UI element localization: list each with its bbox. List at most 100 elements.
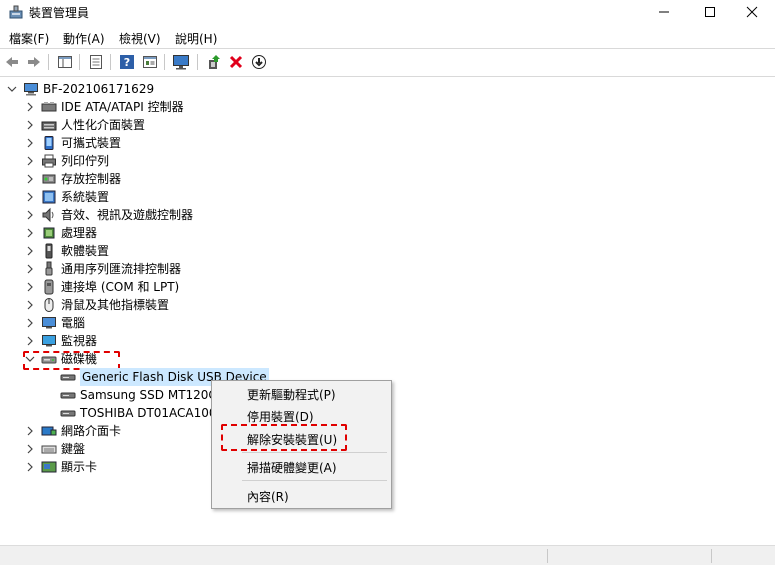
chevron-right-icon[interactable] — [24, 191, 36, 203]
tree-category[interactable]: 人性化介面裝置 — [24, 116, 145, 134]
category-label: 列印佇列 — [61, 154, 110, 168]
enable-device-button[interactable] — [249, 52, 269, 72]
chevron-right-icon[interactable] — [24, 101, 36, 113]
disk-drive-icon — [60, 369, 76, 385]
toolbar-separator — [0, 76, 775, 77]
category-label: 音效、視訊及遊戲控制器 — [61, 208, 194, 222]
chevron-right-icon[interactable] — [24, 245, 36, 257]
back-arrow-icon — [6, 57, 18, 67]
view-icon — [143, 56, 157, 68]
menu-separator — [0, 48, 775, 49]
storage-controller-icon — [41, 171, 57, 187]
category-label: IDE ATA/ATAPI 控制器 — [61, 100, 184, 114]
tree-category[interactable]: 存放控制器 — [24, 170, 121, 188]
printer-icon — [41, 153, 57, 169]
chevron-right-icon[interactable] — [24, 209, 36, 221]
monitor-icon — [173, 55, 189, 70]
category-label: 通用序列匯流排控制器 — [61, 262, 182, 276]
tree-category[interactable]: 軟體裝置 — [24, 242, 109, 260]
chevron-down-icon[interactable] — [6, 83, 18, 95]
category-label: 存放控制器 — [61, 172, 122, 186]
chevron-right-icon[interactable] — [24, 173, 36, 185]
tree-category[interactable]: 音效、視訊及遊戲控制器 — [24, 206, 193, 224]
disk-drive-item[interactable]: TOSHIBA DT01ACA100 — [60, 404, 217, 422]
view-button[interactable] — [140, 52, 160, 72]
chevron-right-icon[interactable] — [24, 155, 36, 167]
show-hide-tree-button[interactable] — [55, 52, 75, 72]
category-label: 可攜式裝置 — [61, 136, 122, 150]
menu-separator — [242, 452, 387, 453]
device-label: Samsung SSD MT120G — [80, 388, 218, 402]
menu-help[interactable]: 說明(H) — [175, 30, 217, 47]
chevron-right-icon[interactable] — [24, 461, 36, 473]
tree-category[interactable]: 網路介面卡 — [24, 422, 121, 440]
tree-category[interactable]: 可攜式裝置 — [24, 134, 121, 152]
tree-category[interactable]: 電腦 — [24, 314, 85, 332]
svg-text:?: ? — [124, 56, 130, 69]
back-button[interactable] — [2, 52, 22, 72]
tree-category[interactable]: 滑鼠及其他指標裝置 — [24, 296, 169, 314]
tree-category[interactable]: IDE ATA/ATAPI 控制器 — [24, 98, 184, 116]
update-driver-icon — [209, 55, 220, 69]
chevron-right-icon[interactable] — [24, 335, 36, 347]
menu-properties[interactable]: 內容(R) — [247, 488, 289, 505]
chevron-right-icon[interactable] — [24, 443, 36, 455]
tree-category[interactable]: 監視器 — [24, 332, 97, 350]
computer-icon — [41, 315, 57, 331]
category-label: 處理器 — [61, 226, 98, 240]
chevron-right-icon[interactable] — [24, 317, 36, 329]
tree-root[interactable]: BF-202106171629 — [6, 80, 154, 98]
usb-icon — [41, 261, 57, 277]
menu-scan-hardware[interactable]: 掃描硬體變更(A) — [247, 459, 337, 476]
window-title: 裝置管理員 — [29, 6, 90, 20]
scan-monitor-button[interactable] — [171, 52, 191, 72]
hid-icon — [41, 117, 57, 133]
status-bar — [0, 545, 775, 565]
disk-drive-item[interactable]: Samsung SSD MT120G — [60, 386, 218, 404]
category-label: 人性化介面裝置 — [61, 118, 146, 132]
properties-button[interactable] — [86, 52, 106, 72]
network-adapter-icon — [41, 423, 57, 439]
help-button[interactable]: ? — [117, 52, 137, 72]
category-label: 網路介面卡 — [61, 424, 122, 438]
category-label: 監視器 — [61, 334, 98, 348]
menu-update-driver[interactable]: 更新驅動程式(P) — [247, 386, 336, 403]
software-device-icon — [41, 243, 57, 259]
computer-name: BF-202106171629 — [43, 82, 155, 96]
tree-category[interactable]: 處理器 — [24, 224, 97, 242]
toolbar: ? — [0, 50, 775, 74]
device-label: TOSHIBA DT01ACA100 — [80, 406, 217, 420]
menu-action[interactable]: 動作(A) — [63, 30, 105, 47]
tree-category[interactable]: 顯示卡 — [24, 458, 97, 476]
chevron-right-icon[interactable] — [24, 263, 36, 275]
properties-icon — [90, 55, 102, 69]
ide-controller-icon — [41, 99, 57, 115]
display-adapter-icon — [41, 459, 57, 475]
menu-file[interactable]: 檔案(F) — [9, 30, 49, 47]
close-button[interactable] — [729, 0, 775, 24]
category-label: 顯示卡 — [61, 460, 98, 474]
category-label: 系統裝置 — [61, 190, 110, 204]
tree-category[interactable]: 連接埠 (COM 和 LPT) — [24, 278, 179, 296]
minimize-icon — [659, 11, 669, 13]
chevron-right-icon[interactable] — [24, 119, 36, 131]
mouse-icon — [41, 297, 57, 313]
chevron-right-icon[interactable] — [24, 299, 36, 311]
maximize-button[interactable] — [687, 0, 733, 24]
forward-button[interactable] — [24, 52, 44, 72]
menu-view[interactable]: 檢視(V) — [119, 30, 161, 47]
tree-category[interactable]: 列印佇列 — [24, 152, 109, 170]
minimize-button[interactable] — [641, 0, 687, 24]
chevron-right-icon[interactable] — [24, 281, 36, 293]
portable-device-icon — [41, 135, 57, 151]
update-driver-button[interactable] — [204, 52, 224, 72]
tree-category[interactable]: 系統裝置 — [24, 188, 109, 206]
menu-disable-device[interactable]: 停用裝置(D) — [247, 408, 314, 425]
tree-category[interactable]: 通用序列匯流排控制器 — [24, 260, 181, 278]
chevron-right-icon[interactable] — [24, 425, 36, 437]
chevron-right-icon[interactable] — [24, 227, 36, 239]
port-icon — [41, 279, 57, 295]
tree-category[interactable]: 鍵盤 — [24, 440, 85, 458]
uninstall-button[interactable] — [226, 52, 246, 72]
chevron-right-icon[interactable] — [24, 137, 36, 149]
